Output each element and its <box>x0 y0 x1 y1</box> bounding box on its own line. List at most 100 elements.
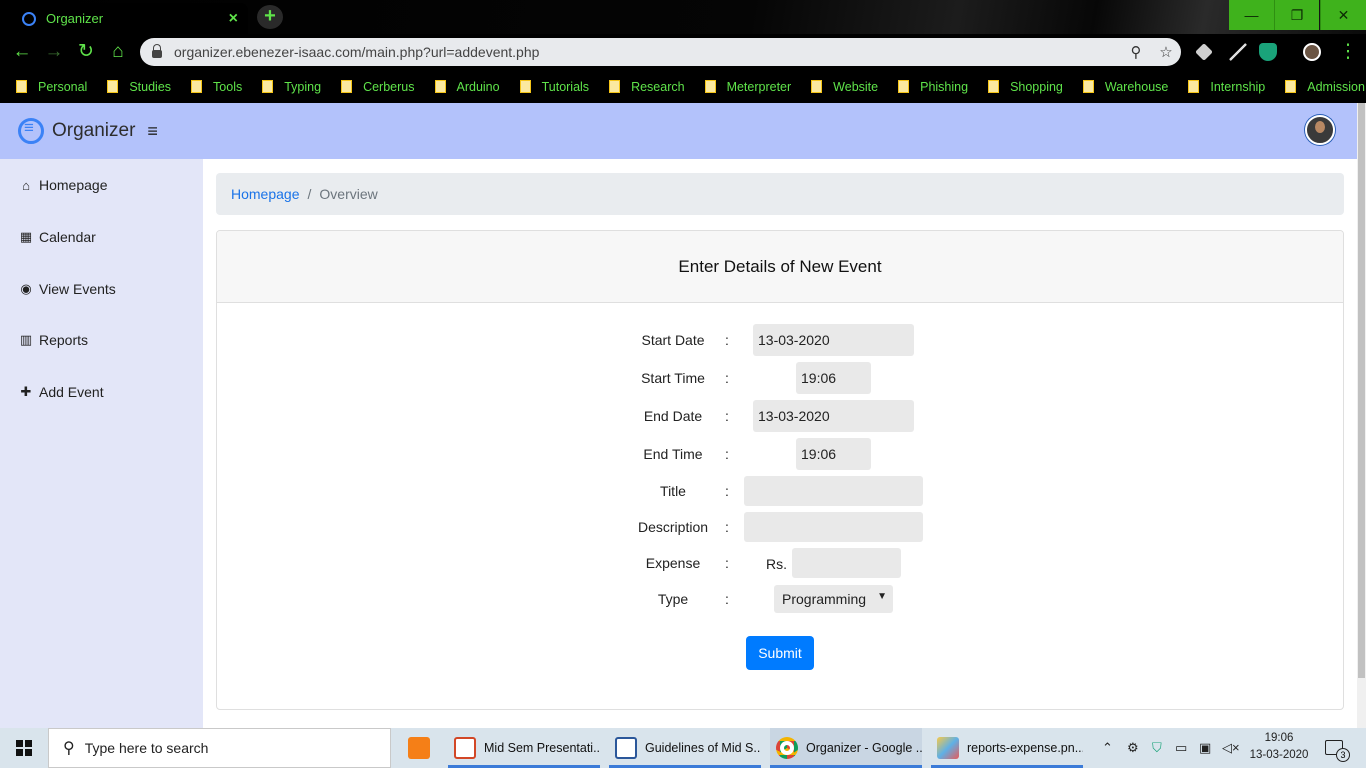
end-time-field[interactable]: 19:06 <box>796 438 871 470</box>
word-icon <box>615 737 637 759</box>
page-scrollbar-thumb[interactable] <box>1358 103 1365 678</box>
taskbar-app-powerpoint[interactable]: Mid Sem Presentati... <box>448 728 600 768</box>
powerpoint-icon <box>454 737 476 759</box>
bookmark-folder[interactable]: Cerberus <box>341 80 415 94</box>
breadcrumb-homepage-link[interactable]: Homepage <box>231 186 300 202</box>
bookmarks-bar: Personal Studies Tools Typing Cerberus A… <box>0 70 1366 103</box>
home-button-icon[interactable]: ⌂ <box>106 40 130 64</box>
bookmark-folder[interactable]: Tutorials <box>519 80 589 94</box>
bookmark-folder[interactable]: Shopping <box>988 80 1063 94</box>
folder-icon <box>107 80 119 93</box>
notification-center-icon[interactable]: 3 <box>1325 740 1350 762</box>
taskbar-app-word[interactable]: Guidelines of Mid S... <box>609 728 761 768</box>
sidebar-item-add-event[interactable]: ✚ Add Event <box>19 384 104 400</box>
sidebar-item-calendar[interactable]: ▦ Calendar <box>19 229 96 245</box>
folder-icon <box>811 80 823 93</box>
close-window-button[interactable]: ✕ <box>1320 0 1366 30</box>
zoom-icon[interactable]: ⚲ <box>1121 43 1151 61</box>
start-date-label: Start Date <box>641 332 705 348</box>
bookmark-folder[interactable]: Research <box>609 80 685 94</box>
start-button[interactable] <box>0 728 48 768</box>
browser-tab[interactable]: Organizer × <box>8 3 248 34</box>
system-clock[interactable]: 19:06 13-03-2020 <box>1243 730 1315 764</box>
battery-icon[interactable]: ▭ <box>1175 728 1187 768</box>
defender-icon[interactable]: ⚙ <box>1127 728 1139 768</box>
menu-kebab-icon[interactable]: ⋮ <box>1336 40 1360 64</box>
end-date-field[interactable]: 13-03-2020 <box>753 400 914 432</box>
bookmark-folder[interactable]: Internship <box>1188 80 1265 94</box>
extension-cube-icon[interactable] <box>1195 43 1213 61</box>
sidebar-item-label: Reports <box>39 332 89 348</box>
taskbar-search[interactable]: ⚲ Type here to search <box>48 728 391 768</box>
folder-icon <box>341 80 353 93</box>
sidebar-item-view-events[interactable]: ◉ View Events <box>19 281 115 297</box>
submit-button[interactable]: Submit <box>746 636 814 670</box>
bookmark-folder[interactable]: Admission <box>1285 80 1365 94</box>
lock-icon <box>152 44 162 58</box>
bookmark-folder[interactable]: Website <box>811 80 878 94</box>
chrome-icon <box>776 737 798 759</box>
sidebar-item-reports[interactable]: ▥ Reports <box>19 332 88 348</box>
sidebar-item-homepage[interactable]: ⌂ Homepage <box>19 177 107 193</box>
volume-icon[interactable]: ◁× <box>1222 728 1240 768</box>
reload-icon[interactable]: ↻ <box>74 40 98 64</box>
start-time-field[interactable]: 19:06 <box>796 362 871 394</box>
address-bar[interactable]: organizer.ebenezer-isaac.com/main.php?ur… <box>140 38 1181 66</box>
organizer-logo-icon[interactable] <box>18 118 44 144</box>
bookmark-folder[interactable]: Tools <box>191 80 242 94</box>
type-select-value: Programming <box>782 591 867 607</box>
bookmark-folder[interactable]: Arduino <box>434 80 500 94</box>
sidebar-item-label: Add Event <box>39 384 104 400</box>
type-select[interactable]: Programming ▼ <box>774 585 893 613</box>
folder-icon <box>898 80 910 93</box>
description-input[interactable] <box>744 512 923 542</box>
tab-strip: Organizer × + — ❐ ✕ <box>0 0 1366 34</box>
new-tab-button[interactable]: + <box>257 5 283 29</box>
hamburger-menu-icon[interactable]: ≡ <box>147 121 158 142</box>
taskbar-app-chrome[interactable]: Organizer - Google ... <box>770 728 922 768</box>
folder-icon <box>434 80 446 93</box>
bookmark-folder[interactable]: Warehouse <box>1082 80 1168 94</box>
browser-toolbar: ← → ↻ ⌂ organizer.ebenezer-isaac.com/mai… <box>0 34 1366 70</box>
bookmark-folder[interactable]: Meterpreter <box>704 80 791 94</box>
bookmark-folder[interactable]: Phishing <box>898 80 968 94</box>
folder-icon <box>609 80 621 93</box>
plus-icon: ✚ <box>20 384 32 399</box>
xampp-app[interactable] <box>400 728 438 768</box>
extension-pen-icon[interactable] <box>1229 43 1247 61</box>
end-date-label: End Date <box>643 408 703 424</box>
title-input[interactable] <box>744 476 923 506</box>
bookmark-star-icon[interactable]: ☆ <box>1151 43 1181 61</box>
extension-shield-icon[interactable] <box>1259 43 1277 61</box>
bookmark-folder[interactable]: Personal <box>16 80 87 94</box>
tab-title: Organizer <box>46 11 104 26</box>
clock-date: 13-03-2020 <box>1249 749 1309 761</box>
app-header: Organizer ≡ <box>0 103 1357 159</box>
minimize-button[interactable]: — <box>1229 0 1274 30</box>
expense-input[interactable] <box>792 548 901 578</box>
taskbar-app-paint[interactable]: reports-expense.pn... <box>931 728 1083 768</box>
bookmark-folder[interactable]: Typing <box>262 80 321 94</box>
profile-avatar-icon[interactable] <box>1303 43 1321 61</box>
main-content: Homepage / Overview Enter Details of New… <box>203 159 1357 728</box>
expense-label: Expense <box>645 555 701 571</box>
sidebar: ⌂ Homepage ▦ Calendar ◉ View Events ▥ Re… <box>0 159 203 728</box>
colon: : <box>725 332 729 348</box>
tab-close-icon[interactable]: × <box>229 10 238 28</box>
user-avatar[interactable] <box>1305 115 1335 145</box>
back-icon[interactable]: ← <box>10 40 34 64</box>
forward-icon[interactable]: → <box>42 40 66 64</box>
start-date-field[interactable]: 13-03-2020 <box>753 324 914 356</box>
restore-button[interactable]: ❐ <box>1274 0 1319 30</box>
bookmark-folder[interactable]: Studies <box>107 80 171 94</box>
breadcrumb-separator: / <box>307 186 312 202</box>
currency-label: Rs. <box>766 556 787 572</box>
show-hidden-icons[interactable]: ⌃ <box>1102 728 1113 768</box>
brand-name[interactable]: Organizer <box>52 120 135 142</box>
url-text[interactable]: organizer.ebenezer-isaac.com/main.php?ur… <box>174 44 1121 60</box>
home-icon: ⌂ <box>22 177 30 193</box>
network-icon[interactable]: ▣ <box>1199 728 1211 768</box>
description-label: Description <box>637 519 709 535</box>
colon: : <box>725 370 729 386</box>
security-shield-icon[interactable]: ⛉ <box>1152 728 1162 768</box>
